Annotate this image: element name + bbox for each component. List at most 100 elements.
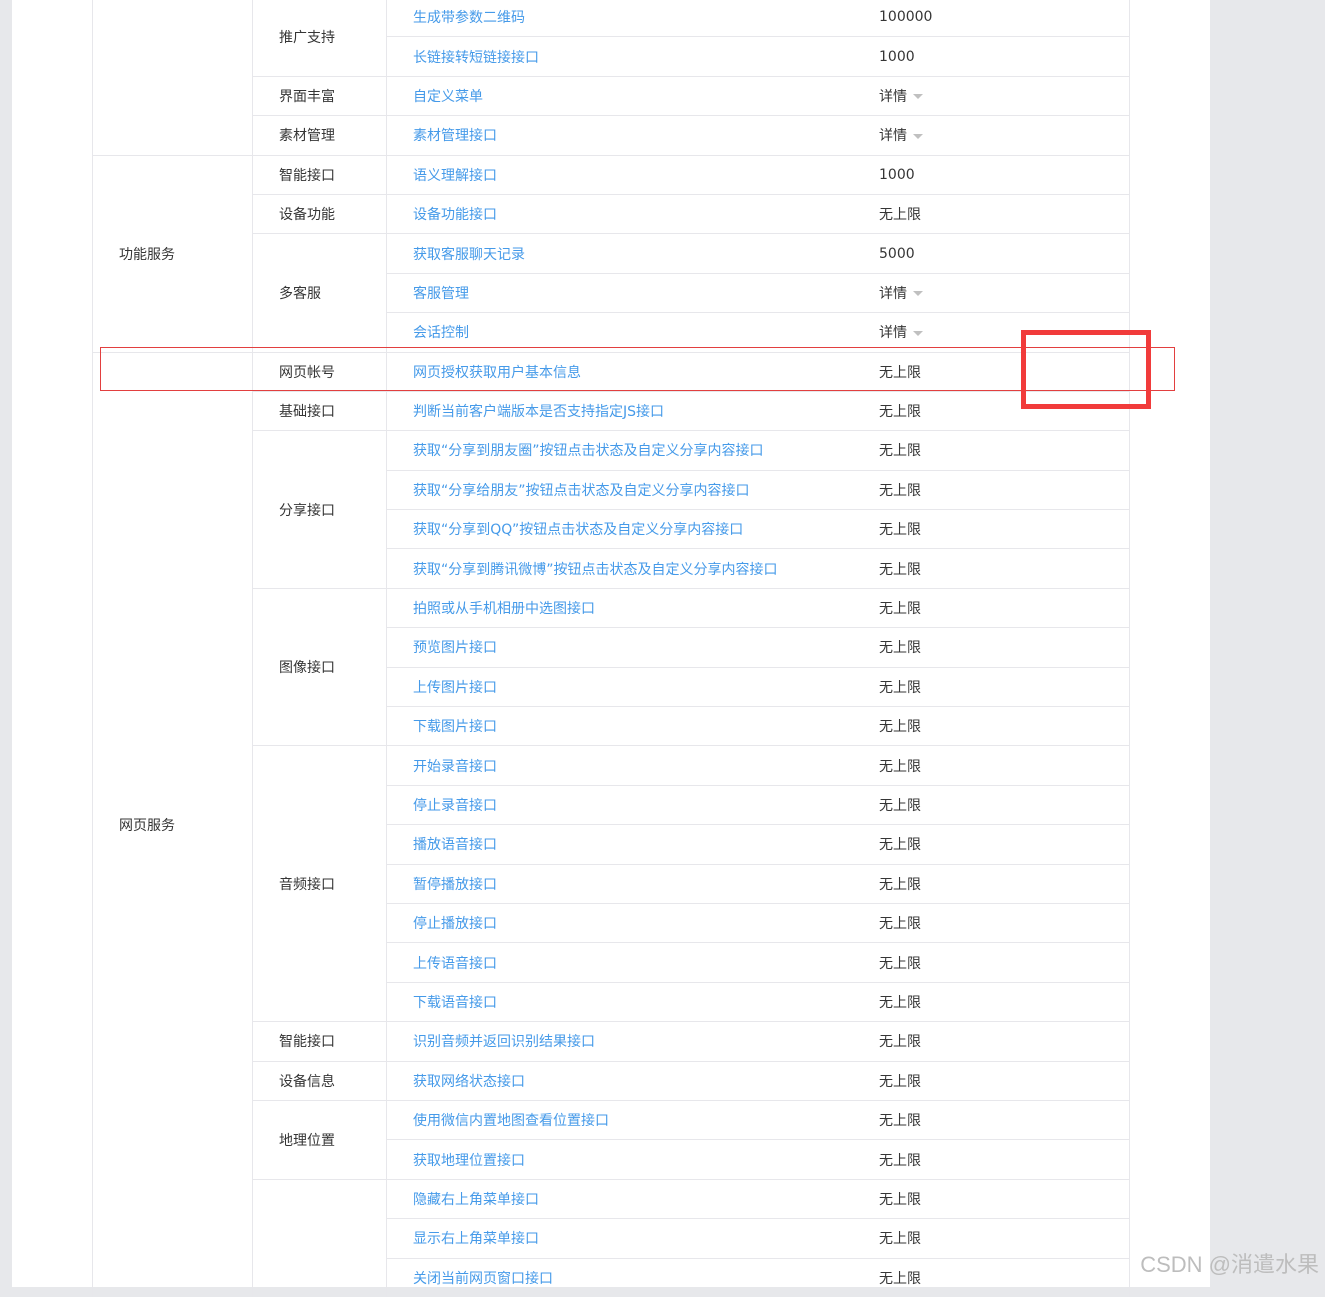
subcategory-cell: 设备信息 [252, 1060, 387, 1101]
quota-cell[interactable]: 详情 [879, 75, 1091, 116]
operation-cell [1091, 469, 1130, 510]
quota-value[interactable]: 详情 [879, 89, 907, 105]
operation-cell [1091, 75, 1130, 116]
quota-value: 无上限 [879, 443, 921, 460]
quota-value: 1000 [879, 166, 915, 183]
api-name-link[interactable]: 长链接转短链接接口 [386, 36, 879, 77]
quota-cell[interactable]: 详情 [879, 115, 1091, 156]
quota-value: 无上限 [879, 364, 921, 381]
operation-cell [1091, 390, 1130, 431]
operation-cell [1091, 1178, 1130, 1219]
api-name-link[interactable]: 语义理解接口 [386, 154, 879, 195]
subcategory-cell: 界面丰富 [252, 75, 387, 116]
table-row: 网页服务网页帐号网页授权获取用户基本信息无上限 修改 [92, 351, 1130, 1297]
operation-cell [1091, 1060, 1130, 1101]
operation-cell [1091, 863, 1130, 904]
api-name-link[interactable]: 下载语音接口 [386, 981, 879, 1022]
subcategory-cell: 网页帐号 [252, 351, 387, 392]
quota-value: 无上限 [879, 955, 921, 972]
quota-value[interactable]: 详情 [879, 325, 907, 341]
quota-cell: 1000 [879, 154, 1091, 195]
subcategory-cell: 多客服 [252, 233, 387, 353]
api-name-link[interactable]: 暂停播放接口 [386, 863, 879, 904]
quota-cell[interactable]: 详情 [879, 312, 1091, 353]
operation-cell [1091, 154, 1130, 195]
quota-value: 无上限 [879, 837, 921, 854]
operation-cell [1091, 0, 1130, 37]
api-name-link[interactable]: 上传图片接口 [386, 666, 879, 707]
quota-value: 无上限 [879, 1270, 921, 1287]
quota-value[interactable]: 详情 [879, 128, 907, 144]
quota-cell: 无上限 [879, 1178, 1091, 1219]
operation-cell [1091, 784, 1130, 825]
api-name-link[interactable]: 停止播放接口 [386, 902, 879, 943]
operation-cell [1091, 1099, 1130, 1140]
quota-cell[interactable]: 详情 [879, 272, 1091, 313]
subcategory-cell: 设备功能 [252, 193, 387, 234]
operation-cell [1091, 1257, 1130, 1297]
quota-cell: 无上限 [879, 430, 1091, 471]
api-name-link[interactable]: 获取“分享到QQ”按钮点击状态及自定义分享内容接口 [386, 509, 879, 549]
api-name-link[interactable]: 获取“分享给朋友”按钮点击状态及自定义分享内容接口 [386, 469, 879, 510]
quota-cell: 无上限 [879, 469, 1091, 510]
api-name-link[interactable]: 生成带参数二维码 [386, 0, 879, 37]
quota-value: 无上限 [879, 1231, 921, 1248]
api-name-link[interactable]: 识别音频并返回识别结果接口 [386, 1021, 879, 1062]
api-name-link[interactable]: 获取“分享到腾讯微博”按钮点击状态及自定义分享内容接口 [386, 548, 879, 589]
api-name-link[interactable]: 素材管理接口 [386, 115, 879, 156]
api-name-link[interactable]: 播放语音接口 [386, 824, 879, 865]
operation-link[interactable]: 修改 [1091, 362, 1129, 382]
quota-value: 无上限 [879, 640, 921, 657]
api-name-link[interactable]: 开始录音接口 [386, 745, 879, 786]
api-name-link[interactable]: 下载图片接口 [386, 706, 879, 746]
operation-cell [1091, 1218, 1130, 1258]
quota-value: 100000 [879, 9, 933, 26]
operation-cell [1091, 312, 1130, 353]
subcategory-cell: 地理位置 [252, 1099, 387, 1180]
operation-cell [1091, 666, 1130, 707]
quota-value: 无上限 [879, 482, 921, 499]
api-name-link[interactable]: 客服管理 [386, 272, 879, 313]
table-row: 推广支持 生成带参数二维码 100000 [92, 0, 1130, 156]
quota-cell: 无上限 [879, 784, 1091, 825]
quota-value: 无上限 [879, 522, 921, 539]
operation-cell [1091, 548, 1130, 589]
api-name-link[interactable]: 拍照或从手机相册中选图接口 [386, 587, 879, 628]
caret-down-icon[interactable] [913, 291, 923, 297]
api-name-link[interactable]: 获取客服聊天记录 [386, 233, 879, 274]
quota-cell: 无上限 [879, 193, 1091, 234]
api-name-link[interactable]: 隐藏右上角菜单接口 [386, 1178, 879, 1219]
quota-cell: 无上限 [879, 548, 1091, 589]
api-name-link[interactable]: 网页授权获取用户基本信息 [386, 351, 879, 392]
api-table-body: 推广支持 生成带参数二维码 100000 长链接转短链接接口 1000 界面丰富 自定义菜单… [92, 0, 1130, 1297]
operation-link[interactable]: 开启 [1091, 204, 1129, 224]
operation-cell [1091, 272, 1130, 313]
operation-cell [1091, 981, 1130, 1022]
api-name-link[interactable]: 上传语音接口 [386, 942, 879, 983]
api-name-link[interactable]: 获取地理位置接口 [386, 1139, 879, 1180]
quota-value: 无上限 [879, 561, 921, 578]
operation-cell [1091, 509, 1130, 549]
quota-value[interactable]: 详情 [879, 286, 907, 302]
quota-cell: 无上限 [879, 1021, 1091, 1062]
api-name-link[interactable]: 获取“分享到朋友圈”按钮点击状态及自定义分享内容接口 [386, 430, 879, 471]
api-name-link[interactable]: 预览图片接口 [386, 627, 879, 668]
quota-cell: 无上限 [879, 627, 1091, 668]
api-name-link[interactable]: 判断当前客户端版本是否支持指定JS接口 [386, 390, 879, 431]
api-name-link[interactable]: 停止录音接口 [386, 784, 879, 825]
quota-cell: 无上限 [879, 942, 1091, 983]
api-name-link[interactable]: 自定义菜单 [386, 75, 879, 116]
api-name-link[interactable]: 设备功能接口 [386, 193, 879, 234]
api-name-link[interactable]: 使用微信内置地图查看位置接口 [386, 1099, 879, 1140]
caret-down-icon[interactable] [913, 94, 923, 100]
caret-down-icon[interactable] [913, 133, 923, 139]
operation-cell: 开启 [1091, 193, 1130, 234]
api-name-link[interactable]: 会话控制 [386, 312, 879, 353]
api-name-link[interactable]: 获取网络状态接口 [386, 1060, 879, 1101]
quota-cell: 无上限 [879, 824, 1091, 865]
api-name-link[interactable]: 关闭当前网页窗口接口 [386, 1257, 879, 1297]
caret-down-icon[interactable] [913, 330, 923, 336]
quota-value: 无上限 [879, 798, 921, 814]
quota-cell: 无上限 [879, 587, 1091, 628]
api-name-link[interactable]: 显示右上角菜单接口 [386, 1218, 879, 1258]
